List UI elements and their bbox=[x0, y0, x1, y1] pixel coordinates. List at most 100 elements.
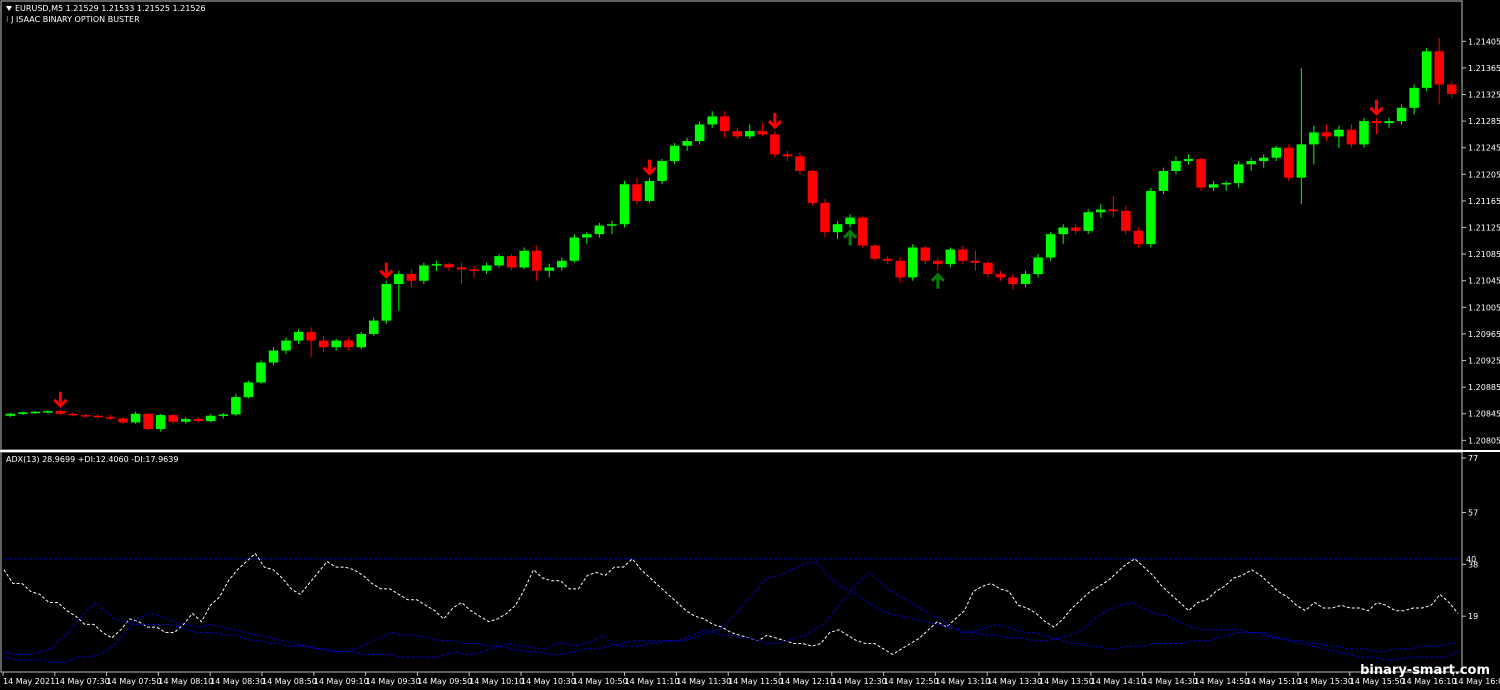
candle-body bbox=[256, 362, 266, 383]
candle-body bbox=[1233, 164, 1244, 183]
time-tick-label: 14 May 08:30 bbox=[210, 677, 265, 686]
candle-body bbox=[118, 418, 128, 423]
candle-body bbox=[218, 414, 229, 416]
candle-body bbox=[1396, 107, 1407, 122]
symbol-quote-text: EURUSD,M5 1.21529 1.21533 1.21525 1.2152… bbox=[15, 4, 206, 13]
indicator-name-text: J ISAAC BINARY OPTION BUSTER bbox=[11, 15, 140, 24]
candle-body bbox=[318, 340, 329, 348]
candle-body bbox=[68, 413, 78, 416]
time-tick-label: 14 May 11:10 bbox=[625, 677, 680, 686]
time-tick-label: 14 May 11:30 bbox=[676, 677, 731, 686]
adx-series-di bbox=[3, 561, 1459, 663]
candle-body bbox=[206, 415, 216, 422]
signal-arrows-layer bbox=[53, 99, 1384, 408]
candle-body bbox=[983, 262, 993, 275]
dropdown-triangle-icon[interactable] bbox=[6, 6, 12, 11]
candle-body bbox=[607, 224, 617, 226]
candle-body bbox=[1096, 209, 1106, 213]
candle-body bbox=[18, 412, 28, 414]
candles-layer bbox=[5, 37, 1457, 432]
candle-body bbox=[544, 267, 555, 271]
watermark-logo: binary-smart.com bbox=[1360, 663, 1490, 678]
trading-terminal-chart[interactable]: 1.21405 1.21365 1.21325 1.21285 1.21245 1.212… bbox=[0, 0, 1500, 690]
candle-body bbox=[55, 411, 66, 414]
down-arrow-signal bbox=[1369, 99, 1384, 116]
candle-body bbox=[1108, 209, 1119, 212]
candle-body bbox=[632, 184, 642, 201]
adx-axis: 7757381940 bbox=[1462, 454, 1478, 621]
adx-panel-frame bbox=[0, 451, 1463, 673]
candle-body bbox=[369, 320, 379, 334]
time-tick-label: 14 May 15:30 bbox=[1298, 677, 1353, 686]
adx-lines-layer bbox=[3, 552, 1459, 663]
candle-body bbox=[745, 131, 755, 137]
time-tick-label: 14 May 15:10 bbox=[1246, 677, 1301, 686]
candle-body bbox=[958, 249, 968, 261]
candle-body bbox=[1284, 147, 1294, 178]
candle-body bbox=[732, 131, 743, 137]
candle-body bbox=[1208, 184, 1219, 188]
up-arrow-signal bbox=[930, 272, 945, 289]
chart-canvas[interactable]: 1.21405 1.21365 1.21325 1.21285 1.21245 1.212… bbox=[0, 0, 1500, 690]
time-tick-label: 14 May 12:10 bbox=[780, 677, 835, 686]
candle-body bbox=[907, 247, 918, 278]
candle-body bbox=[5, 413, 16, 416]
candle-body bbox=[1171, 161, 1181, 171]
candle-body bbox=[356, 333, 366, 348]
candle-body bbox=[1008, 277, 1018, 285]
candle-body bbox=[557, 260, 567, 268]
time-tick-label: 14 May 14:10 bbox=[1091, 677, 1146, 686]
time-tick-label: 14 May 13:30 bbox=[987, 677, 1042, 686]
candle-body bbox=[331, 340, 341, 348]
time-tick-label: 14 May 16:0 bbox=[1453, 677, 1500, 686]
time-tick-label: 14 May 07:30 bbox=[55, 677, 110, 686]
candle-body bbox=[1183, 159, 1194, 162]
candle-body bbox=[168, 415, 178, 422]
candle-body bbox=[644, 180, 655, 201]
candle-body bbox=[820, 202, 830, 233]
time-tick-label: 14 May 2021 bbox=[3, 677, 55, 686]
main-chart-frame bbox=[0, 0, 1463, 451]
time-tick-label: 14 May 09:50 bbox=[417, 677, 472, 686]
candle-body bbox=[1346, 129, 1357, 145]
candle-body bbox=[1434, 51, 1444, 85]
candle-body bbox=[1409, 87, 1419, 108]
candle-body bbox=[43, 411, 53, 413]
candle-body bbox=[1221, 182, 1231, 185]
candle-body bbox=[381, 284, 392, 321]
candle-body bbox=[845, 217, 855, 225]
price-tick-label: 1.21245 bbox=[1468, 144, 1500, 153]
time-tick-label: 14 May 09:10 bbox=[314, 677, 369, 686]
candle-body bbox=[506, 256, 517, 268]
price-tick-label: 1.21165 bbox=[1468, 197, 1500, 206]
candle-body bbox=[481, 265, 492, 271]
price-axis: 1.21405 1.21365 1.21325 1.21285 1.21245 1.212… bbox=[1462, 37, 1500, 445]
candle-body bbox=[933, 260, 943, 265]
candle-body bbox=[569, 237, 580, 261]
candle-body bbox=[920, 247, 931, 261]
candle-body bbox=[180, 419, 191, 422]
price-tick-label: 1.21365 bbox=[1468, 64, 1500, 73]
time-tick-label: 14 May 08:10 bbox=[158, 677, 213, 686]
time-tick-label: 14 May 13:10 bbox=[935, 677, 990, 686]
symbol-header[interactable]: EURUSD,M5 1.21529 1.21533 1.21525 1.2152… bbox=[6, 4, 206, 13]
adx-panel-title: ADX(13) 28.9699 +DI:12.4060 -DI:17.9639 bbox=[6, 455, 179, 464]
adx-tick-label: 19 bbox=[1468, 612, 1478, 621]
time-tick-label: 14 May 14:30 bbox=[1143, 677, 1198, 686]
candle-body bbox=[719, 116, 730, 132]
candle-body bbox=[1058, 227, 1068, 235]
candle-body bbox=[707, 116, 717, 125]
candle-body bbox=[193, 419, 204, 422]
candle-body bbox=[1446, 84, 1457, 94]
time-tick-label: 14 May 10:50 bbox=[573, 677, 628, 686]
adx-series-di bbox=[3, 571, 1458, 658]
time-tick-label: 14 May 10:10 bbox=[469, 677, 524, 686]
candle-body bbox=[1258, 157, 1269, 162]
candle-body bbox=[882, 258, 893, 261]
candle-body bbox=[694, 124, 705, 142]
candle-body bbox=[657, 161, 667, 181]
candle-body bbox=[1158, 170, 1169, 191]
candle-body bbox=[343, 340, 354, 348]
time-tick-label: 14 May 09:30 bbox=[366, 677, 421, 686]
candle-body bbox=[770, 134, 780, 155]
